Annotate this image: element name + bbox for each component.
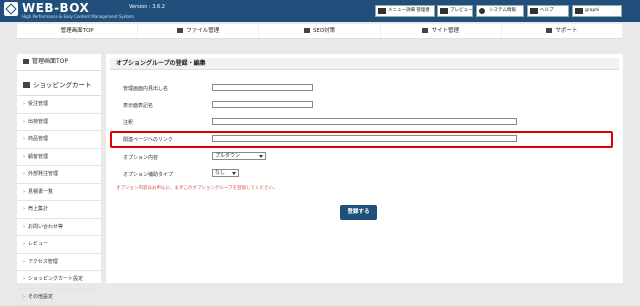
- app-tagline: High Performance & Easy Content Manageme…: [22, 14, 134, 19]
- system-info-button[interactable]: システム情報: [476, 5, 524, 17]
- related-link-input[interactable]: [212, 135, 517, 142]
- sidebar-item-shipping[interactable]: ›出荷管理: [17, 114, 101, 132]
- user-menu-button[interactable]: graphi: [572, 5, 622, 17]
- image-icon: [177, 28, 183, 33]
- sidebar-item-access[interactable]: ›アクセス管理: [17, 254, 101, 272]
- top-header: WEB-BOX High Performance & Easy Content …: [0, 0, 640, 22]
- main-panel: オプショングループの登録・編集 管理画面内見出し名 表示面表記名 注釈 関連ペー…: [106, 54, 623, 283]
- nav-seo[interactable]: SEO対策: [259, 24, 380, 38]
- chevron-right-icon: ›: [23, 96, 25, 113]
- chevron-right-icon: ›: [23, 114, 25, 131]
- book-icon: [530, 8, 538, 14]
- help-button[interactable]: ヘルプ: [527, 5, 569, 17]
- folder-icon: [422, 28, 428, 33]
- chevron-down-icon: [232, 172, 236, 175]
- nav-admin-top[interactable]: 管理画面TOP: [17, 24, 138, 38]
- form-note: オプション内容はお申込に、まずこのオプショングループを登録してください。: [116, 185, 277, 191]
- user-icon: [575, 8, 583, 14]
- chevron-right-icon: ›: [23, 271, 25, 288]
- option-aux-label: オプション補助タイプ: [123, 171, 173, 178]
- nav-file-manager[interactable]: ファイル管理: [138, 24, 259, 38]
- sidebar-item-inquiries[interactable]: ›お問い合わせ等: [17, 219, 101, 237]
- chevron-right-icon: ›: [23, 184, 25, 201]
- webbox-logo-icon: [4, 2, 18, 16]
- screen-icon: [440, 8, 448, 14]
- chevron-right-icon: ›: [23, 166, 25, 183]
- sidebar-item-external-orders[interactable]: ›外部発注管理: [17, 166, 101, 184]
- sidebar-item-customers[interactable]: ›顧客管理: [17, 149, 101, 167]
- chevron-right-icon: ›: [23, 236, 25, 253]
- field-label-admin-heading: 管理画面内見出し名: [123, 85, 168, 92]
- field-label-display-name: 表示面表記名: [123, 102, 153, 109]
- admin-heading-input[interactable]: [212, 84, 313, 91]
- sidebar-item-quotes[interactable]: ›見積書一覧: [17, 184, 101, 202]
- page-title: オプショングループの登録・編集: [110, 58, 619, 70]
- chevron-right-icon: ›: [23, 131, 25, 148]
- menu-admin-button[interactable]: メニュー詳細 管理者: [375, 5, 435, 17]
- cart-icon: [23, 82, 30, 88]
- sidebar-item-cart-settings[interactable]: ›ショッピングカート設定: [17, 271, 101, 289]
- version-label: Version : 3.6.2: [129, 4, 165, 10]
- sidebar-item-reviews[interactable]: ›レビュー: [17, 236, 101, 254]
- app-logo[interactable]: WEB-BOX: [22, 1, 89, 15]
- chevron-right-icon: ›: [23, 289, 25, 306]
- home-icon: [23, 59, 29, 64]
- preview-button[interactable]: プレビュー: [437, 5, 473, 17]
- submit-button[interactable]: 登録する: [340, 205, 377, 220]
- settings-icon: [546, 28, 552, 33]
- search-icon: [304, 28, 310, 33]
- nav-support[interactable]: サポート: [502, 24, 623, 38]
- option-content-label: オプション内容: [123, 154, 158, 161]
- chevron-right-icon: ›: [23, 219, 25, 236]
- chevron-down-icon: [259, 155, 263, 158]
- chevron-right-icon: ›: [23, 254, 25, 271]
- nav-site-manager[interactable]: サイト管理: [381, 24, 502, 38]
- field-label-note: 注釈: [123, 119, 133, 126]
- main-nav: 管理画面TOP ファイル管理 SEO対策 サイト管理 サポート: [17, 24, 623, 39]
- sidebar-item-sales[interactable]: ›売上集計: [17, 201, 101, 219]
- chevron-right-icon: ›: [23, 149, 25, 166]
- display-name-input[interactable]: [212, 101, 313, 108]
- monitor-icon: [378, 8, 386, 14]
- field-label-related-link: 関連ページへのリンク: [123, 136, 173, 143]
- sidebar-category-shopping-cart[interactable]: ショッピングカート: [17, 75, 101, 96]
- note-input[interactable]: [212, 118, 517, 125]
- option-aux-select[interactable]: なし: [212, 169, 239, 177]
- sidebar-item-orders[interactable]: ›受注管理: [17, 96, 101, 114]
- sidebar-admin-top[interactable]: 管理画面TOP: [17, 54, 101, 71]
- chevron-right-icon: ›: [23, 201, 25, 218]
- sidebar-item-other-settings[interactable]: ›その他設定: [17, 289, 101, 306]
- gear-icon: [479, 8, 485, 14]
- sidebar: 管理画面TOP ショッピングカート ›受注管理 ›出荷管理 ›商品管理 ›顧客管…: [17, 54, 101, 283]
- option-content-select[interactable]: プルダウン: [212, 152, 266, 160]
- sidebar-item-products[interactable]: ›商品管理: [17, 131, 101, 149]
